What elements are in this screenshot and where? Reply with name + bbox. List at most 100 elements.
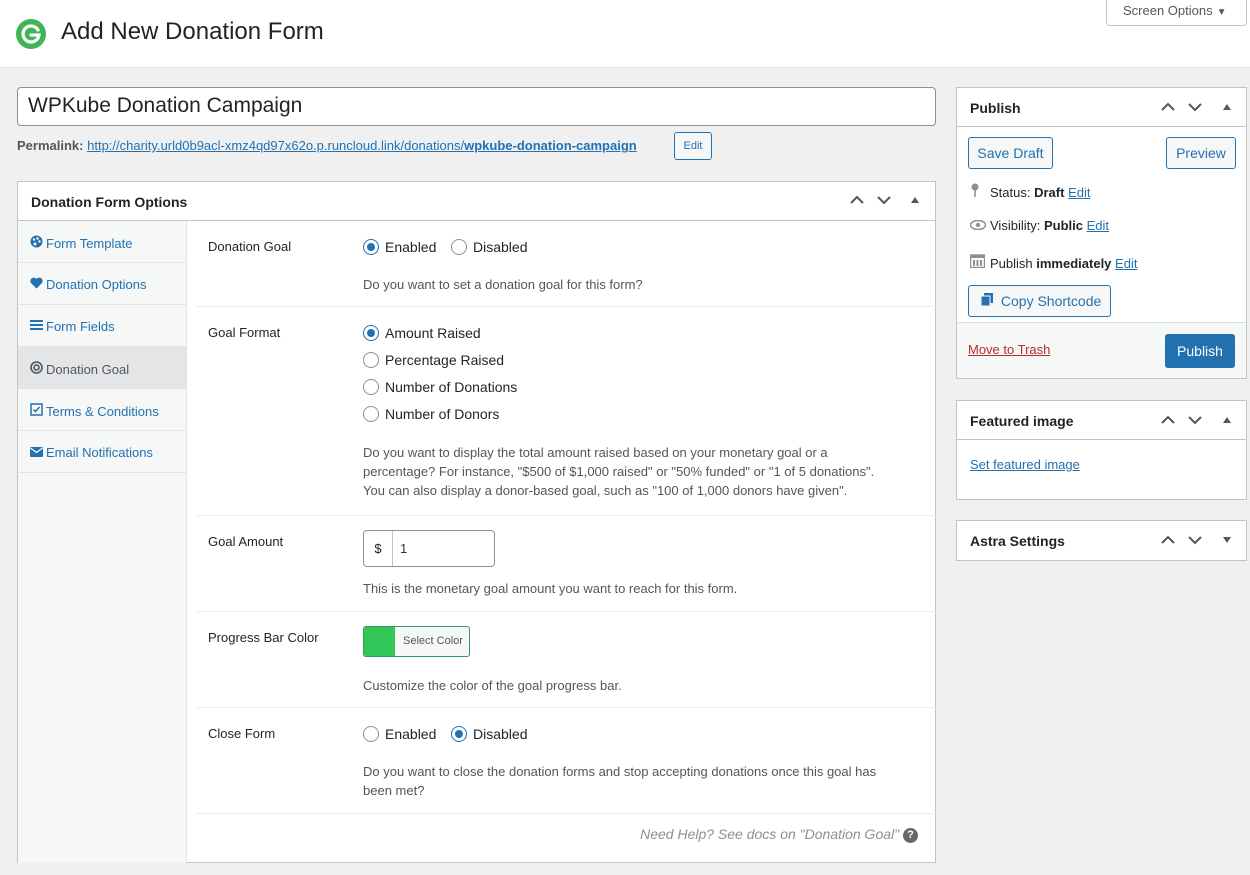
amount-raised-radio[interactable]: Amount Raised [363,324,481,342]
caret-down-icon: ▼ [1216,7,1227,18]
field-label: Goal Amount [208,534,284,549]
move-up-icon[interactable] [850,195,864,205]
number-of-donations-radio[interactable]: Number of Donations [363,378,518,396]
select-color-button[interactable]: Select Color [363,626,470,657]
edit-status-link[interactable]: Edit [1068,185,1090,200]
status-row: Status: Draft Edit [970,183,1090,200]
radio-indicator [451,239,467,256]
move-down-icon[interactable] [1188,415,1202,425]
target-icon [30,361,46,377]
close-form-disabled-radio[interactable]: Disabled [451,725,528,743]
pin-icon [970,183,990,200]
publish-date-row: Publish immediately Edit [969,253,1137,271]
options-content: Donation Goal Enabled Disabled Do you wa… [196,221,936,862]
permalink-slug: wpkube-donation-campaign [464,138,637,153]
move-up-icon[interactable] [1161,535,1175,545]
number-of-donors-radio[interactable]: Number of Donors [363,405,500,423]
edit-publish-date-link[interactable]: Edit [1115,256,1137,271]
tab-donation-goal[interactable]: Donation Goal [18,347,186,389]
tab-form-fields[interactable]: Form Fields [18,305,186,347]
field-description: Do you want to set a donation goal for t… [363,277,643,292]
radio-label: Amount Raised [385,325,481,342]
move-down-icon[interactable] [1188,102,1202,112]
set-featured-image-link[interactable]: Set featured image [970,457,1080,472]
close-form-row: Close Form Enabled Disabled Do you want … [196,708,936,814]
list-icon [30,319,46,334]
field-label: Donation Goal [208,239,292,254]
move-up-icon[interactable] [1161,415,1175,425]
donation-goal-enabled-radio[interactable]: Enabled [363,238,436,256]
preview-button[interactable]: Preview [1166,137,1236,169]
edit-permalink-button[interactable]: Edit [674,132,712,160]
radio-indicator [363,406,379,423]
goal-amount-row: Goal Amount $ 1 This is the monetary goa… [196,516,936,612]
field-label: Close Form [208,726,276,741]
tab-donation-options[interactable]: Donation Options [18,263,186,305]
publish-title: Publish [970,100,1021,116]
move-down-icon[interactable] [877,195,891,205]
goal-amount-input[interactable]: $ 1 [363,530,495,567]
publish-date-label: Publish [990,256,1033,271]
radio-label: Percentage Raised [385,352,505,369]
tab-form-template[interactable]: Form Template [18,221,186,263]
permalink-link[interactable]: http://charity.urld0b9acl-xmz4qd97x62o.p… [87,138,637,153]
percentage-raised-radio[interactable]: Percentage Raised [363,351,505,369]
radio-indicator [363,352,379,369]
goal-format-row: Goal Format Amount Raised Percentage Rai… [196,307,936,516]
tab-email-notifications[interactable]: Email Notifications [18,431,186,473]
publish-actions: Move to Trash Publish [957,322,1246,378]
collapse-toggle-icon[interactable] [1223,417,1231,423]
progress-bar-color-row: Progress Bar Color Select Color Customiz… [196,612,936,708]
palette-icon [30,235,46,251]
select-color-label: Select Color [403,635,463,647]
radio-label: Number of Donations [385,379,518,396]
envelope-icon [30,445,46,460]
tab-label: Donation Options [46,277,147,292]
move-down-icon[interactable] [1188,535,1202,545]
edit-visibility-link[interactable]: Edit [1087,218,1109,233]
close-form-enabled-radio[interactable]: Enabled [363,725,436,743]
checkbox-icon [30,403,46,419]
goal-amount-value: 1 [400,541,408,556]
page-header: Add New Donation Form Screen Options ▼ [0,0,1250,68]
copy-shortcode-button[interactable]: Copy Shortcode [968,285,1111,317]
tab-label: Terms & Conditions [46,404,159,419]
screen-options-button[interactable]: Screen Options ▼ [1106,0,1247,26]
radio-indicator [451,726,467,743]
currency-symbol: $ [364,531,393,566]
radio-indicator [363,325,379,342]
astra-settings-header: Astra Settings [957,521,1246,560]
move-to-trash-link[interactable]: Move to Trash [968,342,1050,357]
radio-indicator [363,726,379,743]
copy-shortcode-label: Copy Shortcode [1000,293,1102,309]
permalink-base: http://charity.urld0b9acl-xmz4qd97x62o.p… [87,138,465,153]
publish-button[interactable]: Publish [1165,334,1235,368]
visibility-row: Visibility: Public Edit [969,218,1109,233]
radio-label: Number of Donors [385,406,500,423]
expand-toggle-icon[interactable] [1223,537,1231,543]
publish-header: Publish [957,88,1246,127]
visibility-value: Public [1043,218,1083,233]
panel-title: Donation Form Options [31,194,188,210]
featured-image-header: Featured image [957,401,1246,440]
description-line: been met? [363,783,425,798]
status-value: Draft [1034,185,1065,200]
field-description: Customize the color of the goal progress… [363,678,622,693]
status-label: Status: [990,185,1031,200]
featured-image-title: Featured image [970,413,1074,429]
tab-terms-conditions[interactable]: Terms & Conditions [18,389,186,431]
save-draft-button[interactable]: Save Draft [968,137,1053,169]
radio-label: Disabled [473,726,528,743]
publish-date-value: immediately [1036,256,1112,271]
collapse-toggle-icon[interactable] [1223,104,1231,110]
donation-form-options-panel: Donation Form Options Form Template Dona… [17,181,936,863]
radio-indicator [363,239,379,256]
move-up-icon[interactable] [1161,102,1175,112]
post-title-input[interactable]: WPKube Donation Campaign [17,87,936,126]
givewp-logo-icon [16,19,46,49]
help-link[interactable]: Need Help? See docs on "Donation Goal" ? [640,826,918,843]
donation-goal-disabled-radio[interactable]: Disabled [451,238,527,256]
help-row: Need Help? See docs on "Donation Goal" ? [196,814,936,862]
eye-icon [969,218,990,233]
collapse-toggle-icon[interactable] [911,197,919,203]
